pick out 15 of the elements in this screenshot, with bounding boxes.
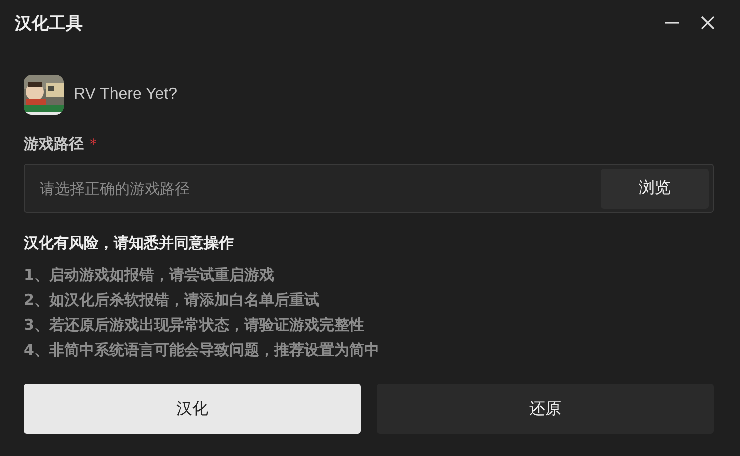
field-label: 游戏路径 (24, 135, 84, 154)
warning-item: 4、非简中系统语言可能会导致问题，推荐设置为简中 (24, 340, 380, 361)
window-title: 汉化工具 (15, 12, 84, 34)
minimize-icon (665, 22, 679, 24)
warning-title: 汉化有风险，请知悉并同意操作 (24, 234, 235, 253)
warning-item: 1、启动游戏如报错，请尝试重启游戏 (24, 265, 276, 286)
close-icon (700, 15, 716, 31)
warning-item: 2、如汉化后杀软报错，请添加白名单后重试 (24, 290, 320, 311)
game-name: RV There Yet? (74, 86, 178, 104)
browse-button[interactable]: 浏览 (601, 168, 709, 208)
localize-button[interactable]: 汉化 (24, 384, 361, 434)
path-field[interactable]: 请选择正确的游戏路径 浏览 (24, 164, 714, 213)
required-mark: * (90, 136, 97, 152)
warning-item: 3、若还原后游戏出现异常状态，请验证游戏完整性 (24, 315, 366, 336)
restore-button[interactable]: 还原 (377, 384, 714, 434)
